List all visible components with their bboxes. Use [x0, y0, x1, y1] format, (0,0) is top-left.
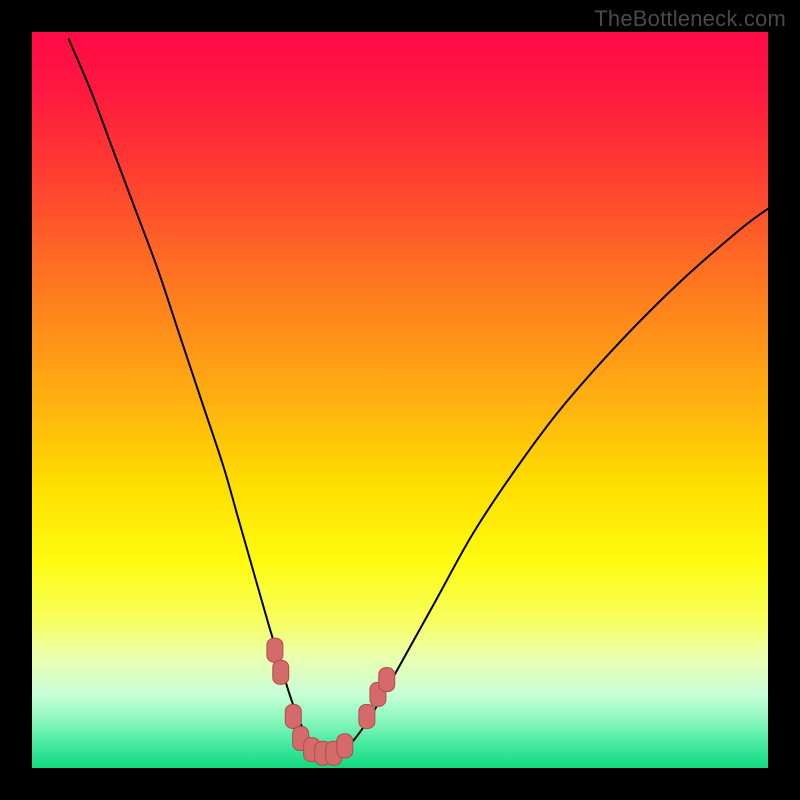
marker — [359, 704, 375, 728]
marker — [337, 734, 353, 758]
marker — [273, 660, 289, 684]
highlight-points — [267, 638, 395, 765]
marker — [379, 668, 395, 692]
plot-area — [32, 32, 768, 768]
markers-layer — [32, 32, 768, 768]
marker — [267, 638, 283, 662]
marker — [285, 704, 301, 728]
watermark-text: TheBottleneck.com — [594, 6, 786, 32]
chart-frame: TheBottleneck.com — [0, 0, 800, 800]
